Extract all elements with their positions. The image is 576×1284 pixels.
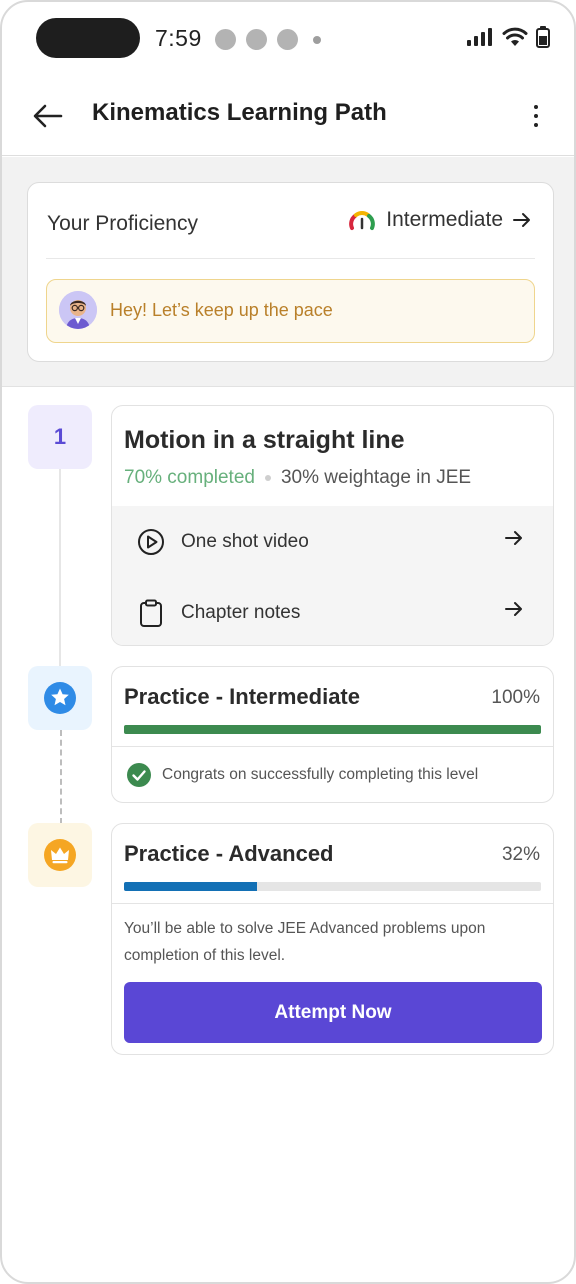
gauge-icon — [349, 211, 376, 230]
step-3-marker — [28, 823, 92, 887]
wifi-icon — [502, 27, 528, 46]
divider — [112, 903, 553, 904]
page-title: Kinematics Learning Path — [92, 99, 387, 126]
separator-dot — [264, 475, 271, 481]
notification-dot-icon — [246, 29, 267, 50]
status-bar: 7:59 — [2, 2, 574, 78]
proficiency-label: Your Proficiency — [47, 212, 198, 235]
proficiency-level-link[interactable]: Intermediate — [348, 208, 531, 232]
camera-pill — [36, 18, 140, 58]
star-badge-icon — [44, 682, 76, 714]
attempt-now-button[interactable]: Attempt Now — [124, 982, 542, 1043]
level-description: You’ll be able to solve JEE Advanced pro… — [124, 920, 486, 964]
resource-chapter-notes[interactable]: Chapter notes — [112, 577, 553, 645]
step-2-marker — [28, 666, 92, 730]
more-vertical-icon — [534, 105, 538, 109]
avatar — [59, 291, 97, 329]
arrow-left-icon — [33, 104, 63, 128]
completion-text: 70% completed — [124, 467, 255, 488]
proficiency-card: Your Proficiency Intermediate Hey! Let’s… — [27, 182, 554, 362]
crown-badge-icon — [44, 839, 76, 871]
check-circle-icon — [127, 763, 151, 787]
practice-title: Practice - Advanced — [124, 841, 334, 866]
notification-dot-icon — [277, 29, 298, 50]
arrow-right-icon — [505, 531, 522, 545]
status-time: 7:59 — [155, 25, 202, 51]
status-icons — [466, 26, 550, 48]
completion-message: Congrats on successfully completing this… — [126, 762, 478, 788]
progress-fill — [124, 725, 541, 734]
proficiency-level: Intermediate — [386, 208, 503, 231]
divider — [46, 258, 535, 259]
arrow-right-icon — [513, 213, 530, 227]
motivation-banner: Hey! Let’s keep up the pace — [46, 279, 535, 343]
signal-icon — [467, 28, 492, 46]
notification-dot-icon — [215, 29, 236, 50]
progress-bar — [124, 725, 541, 734]
proficiency-section: Your Proficiency Intermediate Hey! Let’s… — [2, 157, 574, 387]
resource-one-shot-video[interactable]: One shot video — [112, 506, 553, 576]
chapter-title: Motion in a straight line — [124, 426, 405, 454]
practice-percent: 32% — [501, 844, 540, 865]
practice-intermediate-card[interactable]: Practice - Intermediate 100% Congrats on… — [111, 666, 554, 803]
back-button[interactable] — [28, 96, 68, 136]
resource-label: One shot video — [181, 531, 309, 552]
progress-bar — [124, 882, 541, 891]
resource-label: Chapter notes — [181, 602, 301, 623]
progress-fill — [124, 882, 258, 891]
practice-percent: 100% — [491, 687, 540, 708]
timeline-connector — [59, 467, 61, 667]
step-number: 1 — [53, 424, 67, 449]
motivation-text: Hey! Let’s keep up the pace — [110, 300, 333, 320]
completion-text: Congrats on successfully completing this… — [162, 766, 479, 783]
play-circle-icon — [138, 529, 164, 555]
chapter-card: Motion in a straight line 70% completed … — [111, 405, 554, 646]
battery-icon — [536, 26, 550, 48]
practice-advanced-card: Practice - Advanced 32% You’ll be able t… — [111, 823, 554, 1055]
step-1-marker: 1 — [28, 405, 92, 469]
arrow-right-icon — [505, 602, 522, 616]
more-options-button[interactable] — [522, 96, 550, 136]
practice-title: Practice - Intermediate — [124, 684, 360, 709]
weightage-text: 30% weightage in JEE — [280, 467, 472, 488]
chapter-meta: 70% completed 30% weightage in JEE — [124, 467, 471, 489]
divider — [112, 746, 553, 747]
app-header: Kinematics Learning Path — [2, 78, 574, 156]
phone-frame: 7:59 Kinematics Learning Path Your Profi… — [0, 0, 576, 1284]
timeline-connector-dashed — [60, 730, 62, 824]
clipboard-icon — [140, 599, 162, 627]
more-notifications-dot-icon — [313, 36, 321, 44]
resource-list: One shot video Chapter notes — [112, 506, 553, 645]
